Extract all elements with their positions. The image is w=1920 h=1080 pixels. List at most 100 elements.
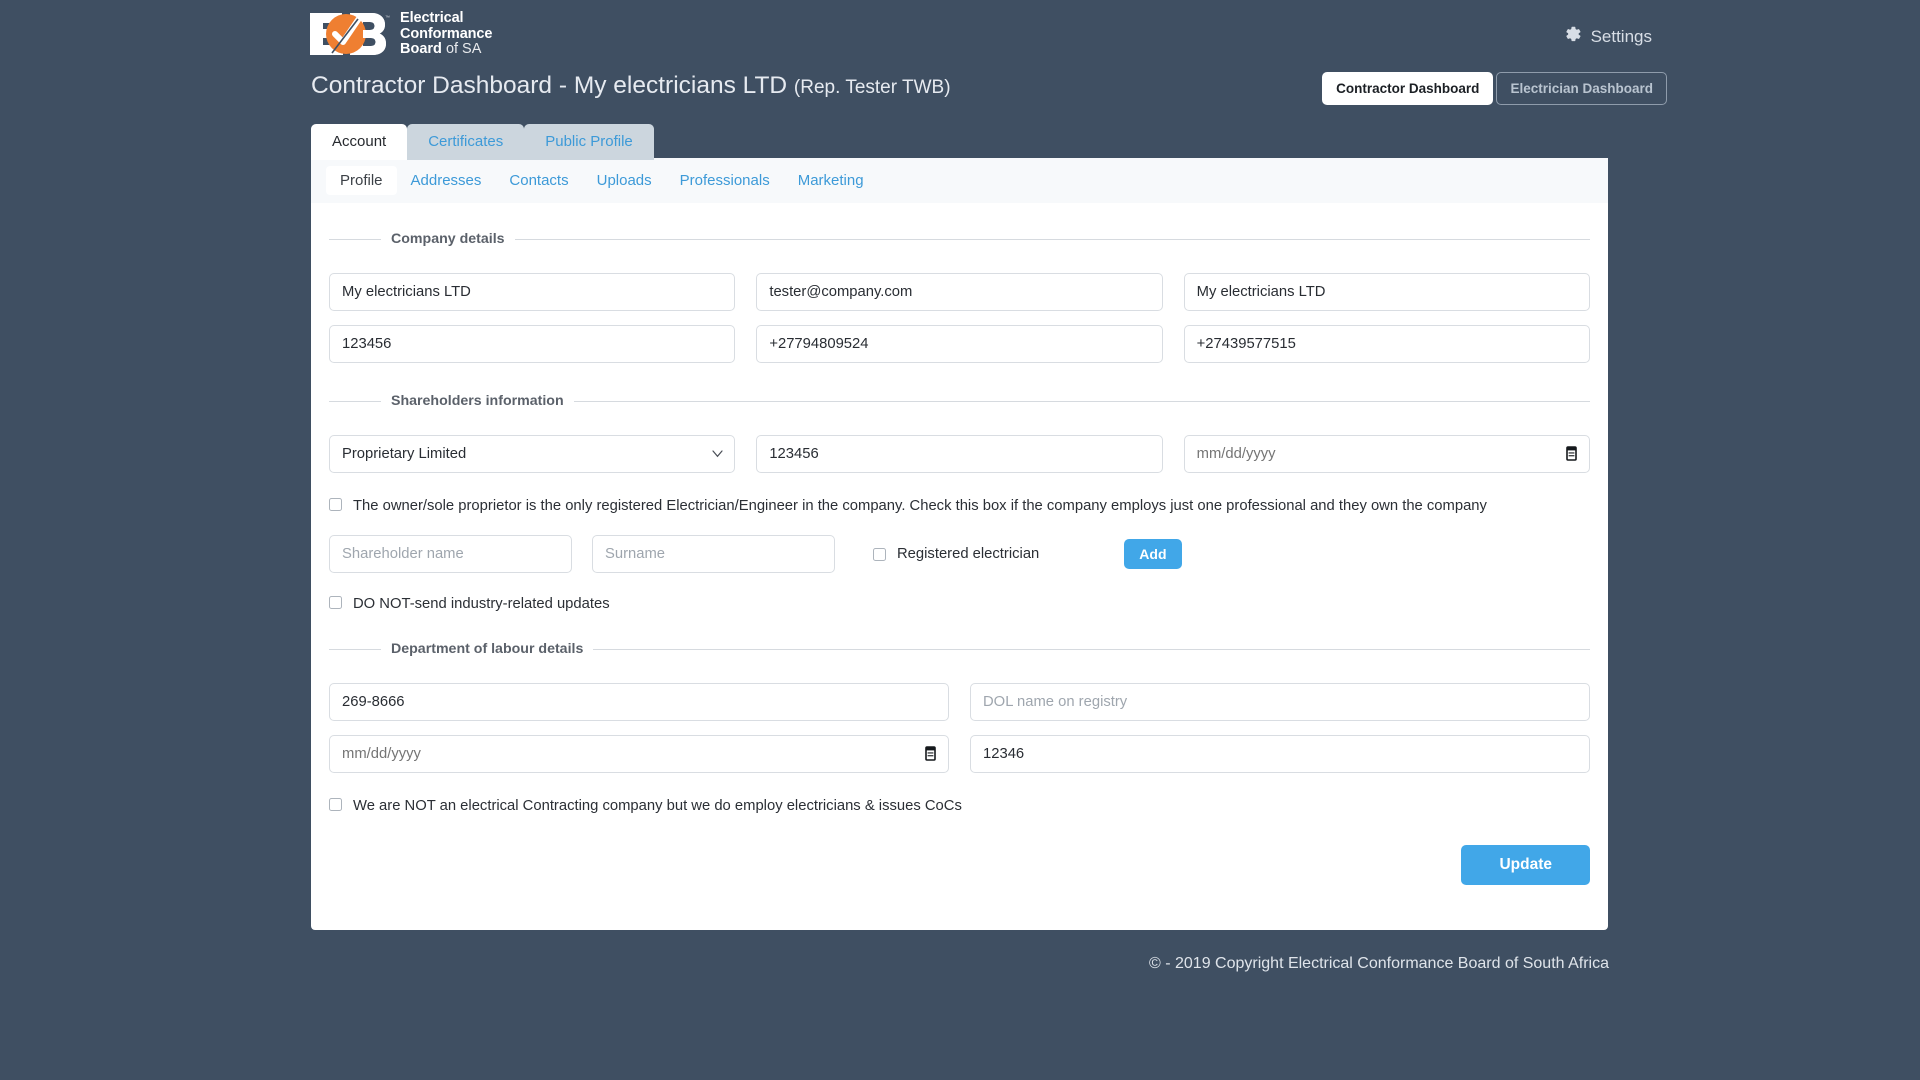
sole-proprietor-label: The owner/sole proprietor is the only re… [353,498,1487,514]
settings-button[interactable]: Settings [1562,24,1652,49]
dol-date-cell [329,735,949,773]
company-email-input[interactable] [756,273,1163,311]
page-title-main: Contractor Dashboard - My electricians L… [311,72,788,99]
tab-account[interactable]: Account [311,124,408,160]
no-updates-row: DO NOT-send industry-related updates [329,593,1590,615]
company-phone-secondary-cell [1183,325,1590,363]
sole-proprietor-row: The owner/sole proprietor is the only re… [329,495,1590,517]
shareholders-legend-row: Shareholders information [329,391,1590,411]
subtab-marketing[interactable]: Marketing [784,166,878,195]
secondary-tabs: Profile Addresses Contacts Uploads Profe… [311,158,1608,203]
company-registration-cell [329,325,736,363]
tab-certificates[interactable]: Certificates [407,124,525,160]
gear-icon [1562,24,1582,49]
legend-rule-left [329,400,381,402]
company-registration-input[interactable] [329,325,736,363]
shareholder-date-input[interactable] [1183,435,1590,473]
page-title: Contractor Dashboard - My electricians L… [311,72,951,100]
form-actions: Update [329,845,1590,885]
add-shareholder-row: Registered electrician Add [329,535,1590,573]
brand-line-2: Conformance [400,25,493,42]
title-row: Contractor Dashboard - My electricians L… [0,72,1920,118]
company-type-cell: Proprietary Limited [329,435,736,473]
dol-number-input[interactable] [329,683,949,721]
dol-extra-cell [970,735,1590,773]
primary-tabs: Account Certificates Public Profile [311,124,654,160]
brand-wordmark: Electrical Conformance Board of SA [400,10,492,58]
dol-fieldset: Department of labour details 269-8666 DO… [329,615,1590,817]
svg-text:™: ™ [385,15,390,21]
dashboard-switch: Contractor Dashboard Electrician Dashboa… [1322,72,1667,105]
company-name-cell [329,273,736,311]
legend-rule-right [514,238,1590,240]
ecb-logo-icon: ™ [306,9,390,59]
brand-line-3: Board of SA [400,42,492,58]
app-footer: © - 2019 Copyright Electrical Conformanc… [0,955,1920,973]
brand-line-3-bold: Board [400,41,442,58]
registered-electrician-checkbox[interactable] [873,547,886,561]
app-root: ™ Electrical Conformance Board of SA Set… [0,0,1920,1080]
not-contracting-row: We are NOT an electrical Contracting com… [329,795,1590,817]
registered-electrician-group: Registered electrician [873,546,1039,562]
no-updates-checkbox[interactable] [329,595,342,609]
shareholder-company-number-cell [756,435,1163,473]
shareholders-legend: Shareholders information [391,393,564,409]
company-phone-primary-input[interactable] [756,325,1163,363]
subtab-contacts[interactable]: Contacts [495,166,582,195]
company-details-legend-row: Company details [329,229,1590,249]
dol-legend: Department of labour details [391,641,584,657]
dol-name-cell [970,683,1590,721]
tab-public-profile[interactable]: Public Profile [524,124,654,160]
shareholders-row-1: Proprietary Limited [329,435,1590,473]
electrician-dashboard-button[interactable]: Electrician Dashboard [1496,72,1667,105]
shareholder-name-input[interactable] [329,535,572,573]
legend-rule-right [593,648,1590,650]
brand-logo[interactable]: ™ Electrical Conformance Board of SA [306,9,492,59]
company-trading-name-input[interactable] [1183,273,1590,311]
subtab-profile[interactable]: Profile [326,166,397,195]
registered-electrician-label: Registered electrician [897,546,1040,562]
dol-name-input[interactable] [970,683,1590,721]
shareholder-company-number-input[interactable] [756,435,1163,473]
update-button[interactable]: Update [1461,845,1590,885]
contractor-dashboard-button[interactable]: Contractor Dashboard [1322,72,1494,105]
legend-rule-right [573,400,1590,402]
company-trading-name-cell [1183,273,1590,311]
profile-form: Company details My electricians LTD test… [311,203,1608,885]
dol-extra-input[interactable] [970,735,1590,773]
settings-label: Settings [1590,26,1652,46]
company-details-legend: Company details [391,231,505,247]
dol-row-2 [329,735,1590,773]
dol-row-1 [329,683,1590,721]
shareholder-date-cell [1183,435,1590,473]
company-type-select[interactable]: Proprietary Limited [329,435,736,473]
add-shareholder-button[interactable]: Add [1124,539,1182,569]
dol-number-cell [329,683,949,721]
company-row-1 [329,273,1590,311]
company-phone-secondary-input[interactable] [1183,325,1590,363]
company-phone-primary-cell [756,325,1163,363]
not-contracting-checkbox[interactable] [329,797,342,811]
legend-rule-left [329,238,381,240]
subtab-professionals[interactable]: Professionals [666,166,784,195]
dol-legend-row: Department of labour details [329,639,1590,659]
legend-rule-left [329,648,381,650]
page-title-rep: (Rep. Tester TWB) [793,77,951,98]
company-row-2 [329,325,1590,363]
company-details-fieldset: Company details [329,203,1590,363]
company-name-input[interactable] [329,273,736,311]
no-updates-label: DO NOT-send industry-related updates [353,596,610,612]
brand-line-3-light: of SA [445,41,482,58]
subtab-uploads[interactable]: Uploads [583,166,666,195]
copyright-text: © - 2019 Copyright Electrical Conformanc… [1148,955,1609,972]
content-card: Profile Addresses Contacts Uploads Profe… [311,158,1608,930]
dol-date-input[interactable] [329,735,949,773]
sole-proprietor-checkbox[interactable] [329,497,342,511]
app-header: ™ Electrical Conformance Board of SA Set… [0,0,1920,72]
subtab-addresses[interactable]: Addresses [397,166,496,195]
shareholder-surname-input[interactable] [592,535,835,573]
shareholders-fieldset: Shareholders information Proprietary Lim… [329,363,1590,615]
brand-line-1: Electrical [400,10,464,27]
company-email-cell [756,273,1163,311]
not-contracting-label: We are NOT an electrical Contracting com… [353,798,962,814]
